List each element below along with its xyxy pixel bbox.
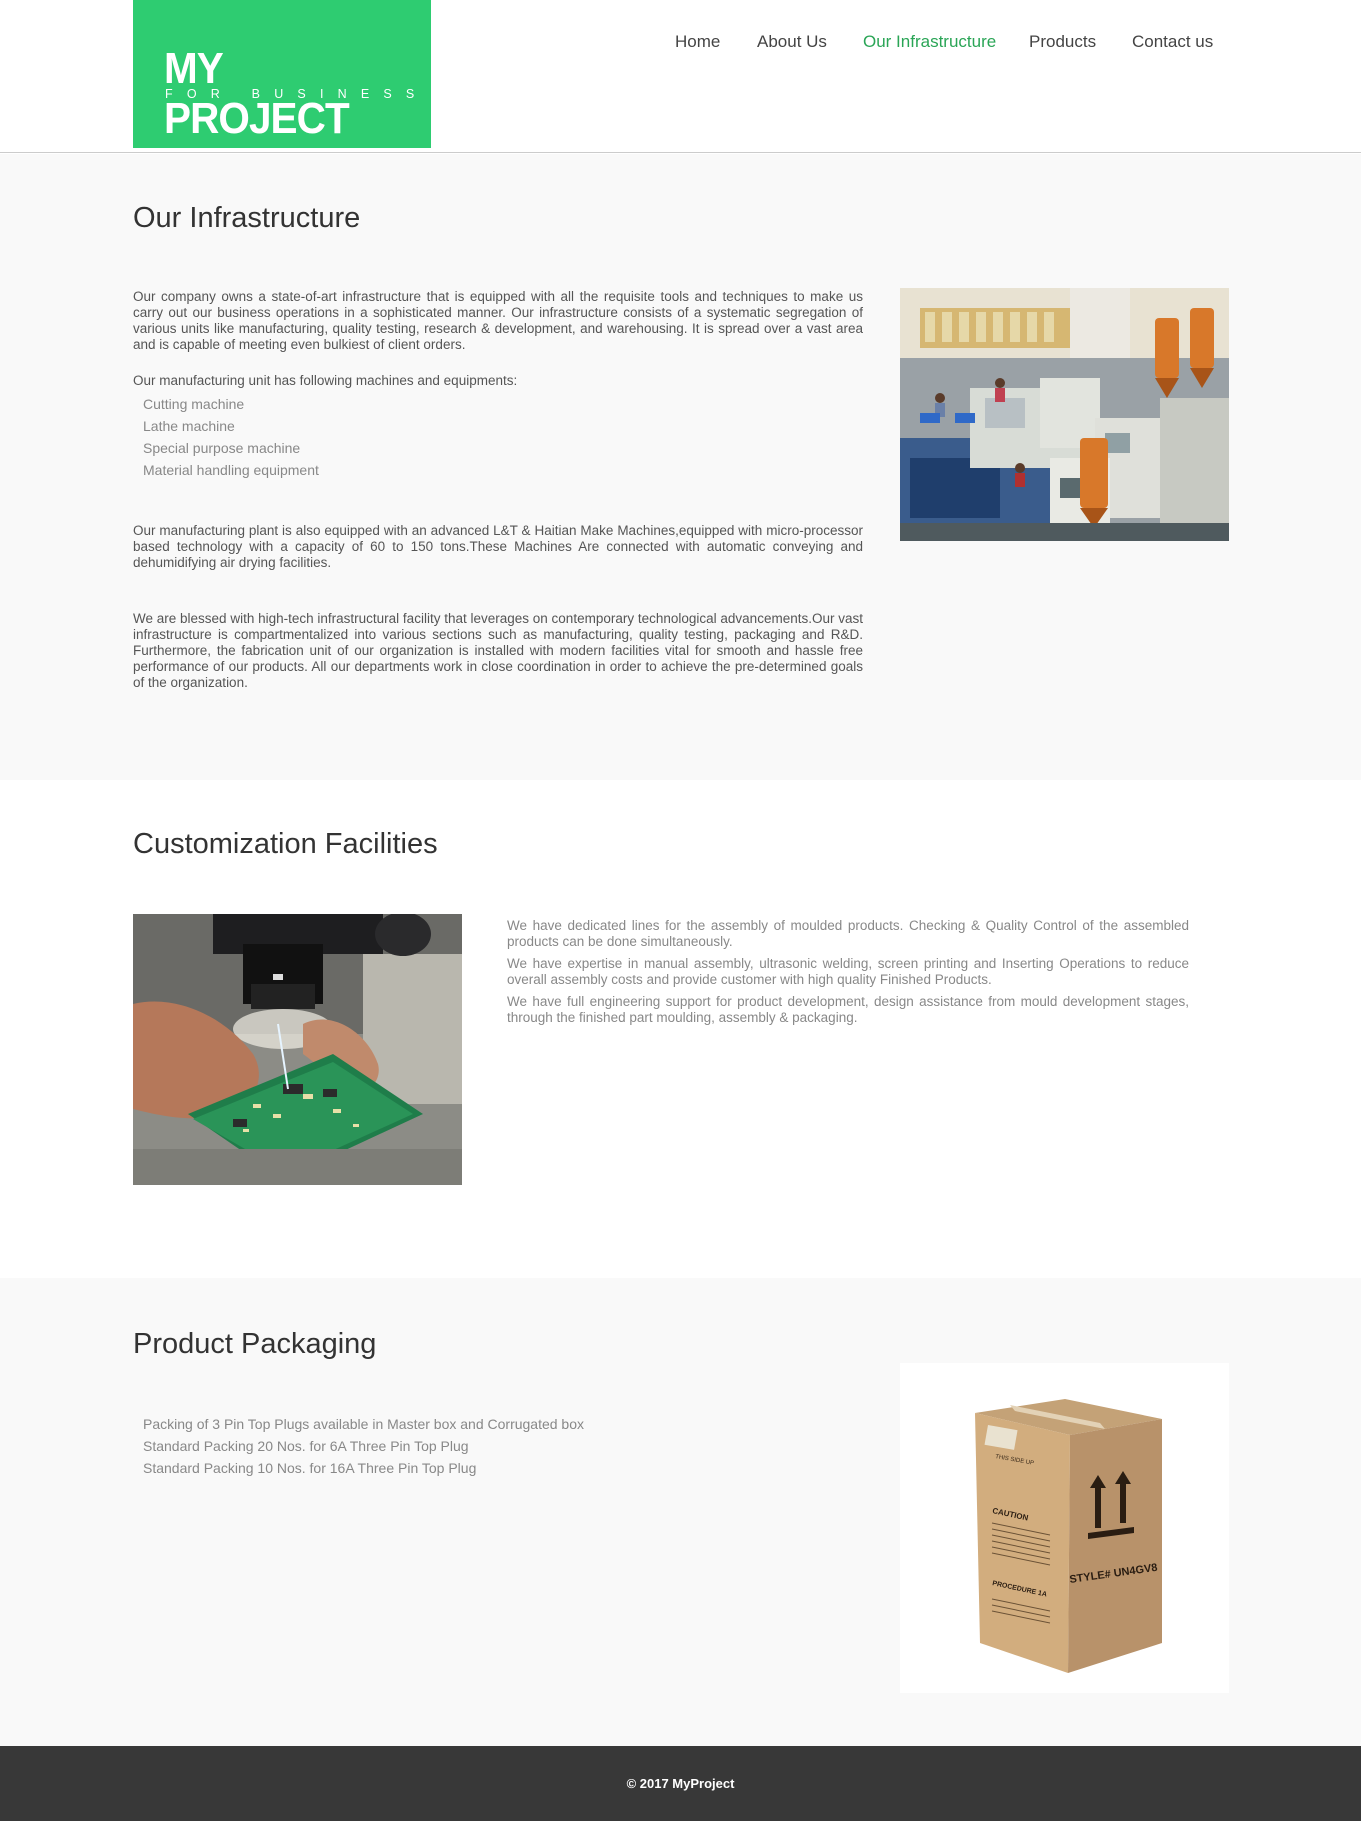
circuit-assembly-image bbox=[133, 914, 462, 1185]
customization-section: Customization Facilities We have dedicat… bbox=[0, 780, 1361, 1278]
logo-subtitle: FOR BUSINESS bbox=[165, 87, 429, 101]
customization-paragraph: We have expertise in manual assembly, ul… bbox=[507, 956, 1189, 987]
list-item: Standard Packing 10 Nos. for 16A Three P… bbox=[143, 1460, 477, 1476]
nav-our-infrastructure[interactable]: Our Infrastructure bbox=[863, 32, 996, 52]
list-item: Lathe machine bbox=[143, 418, 235, 434]
site-footer: © 2017 MyProject bbox=[0, 1746, 1361, 1821]
customization-paragraph: We have dedicated lines for the assembly… bbox=[507, 918, 1189, 949]
nav-home[interactable]: Home bbox=[675, 32, 720, 52]
packaging-list: Packing of 3 Pin Top Plugs available in … bbox=[143, 1413, 584, 1479]
list-item: Material handling equipment bbox=[143, 462, 319, 478]
factory-image bbox=[900, 288, 1229, 541]
infrastructure-title: Our Infrastructure bbox=[133, 202, 361, 234]
customization-title: Customization Facilities bbox=[133, 828, 438, 860]
logo[interactable]: MY PROJECT FOR BUSINESS bbox=[133, 0, 431, 148]
machines-list: Cutting machine Lathe machine Special pu… bbox=[143, 393, 319, 481]
list-item: Packing of 3 Pin Top Plugs available in … bbox=[143, 1416, 585, 1432]
plant-paragraph: Our manufacturing plant is also equipped… bbox=[133, 523, 863, 570]
main-nav: Home About Us Our Infrastructure Product… bbox=[0, 32, 1361, 56]
list-item: Standard Packing 20 Nos. for 6A Three Pi… bbox=[143, 1438, 469, 1454]
machines-intro: Our manufacturing unit has following mac… bbox=[133, 373, 518, 388]
customization-paragraph: We have full engineering support for pro… bbox=[507, 994, 1189, 1025]
nav-products[interactable]: Products bbox=[1029, 32, 1096, 52]
site-header: MY PROJECT FOR BUSINESS Home About Us Ou… bbox=[0, 0, 1361, 153]
packaging-title: Product Packaging bbox=[133, 1328, 377, 1360]
infrastructure-intro: Our company owns a state-of-art infrastr… bbox=[133, 289, 863, 352]
nav-contact-us[interactable]: Contact us bbox=[1132, 32, 1213, 52]
footer-copyright: © 2017 MyProject bbox=[626, 1776, 735, 1791]
facility-paragraph: We are blessed with high-tech infrastruc… bbox=[133, 611, 863, 690]
customization-text: We have dedicated lines for the assembly… bbox=[507, 918, 1189, 1026]
list-item: Special purpose machine bbox=[143, 440, 301, 456]
list-item: Cutting machine bbox=[143, 396, 245, 412]
nav-about-us[interactable]: About Us bbox=[757, 32, 827, 52]
cardboard-box-image: STYLE# UN4GV8 THIS SIDE UP CAUTION PROCE… bbox=[900, 1363, 1229, 1693]
packaging-section: Product Packaging Packing of 3 Pin Top P… bbox=[0, 1278, 1361, 1746]
infrastructure-section: Our Infrastructure Our company owns a st… bbox=[0, 154, 1361, 780]
